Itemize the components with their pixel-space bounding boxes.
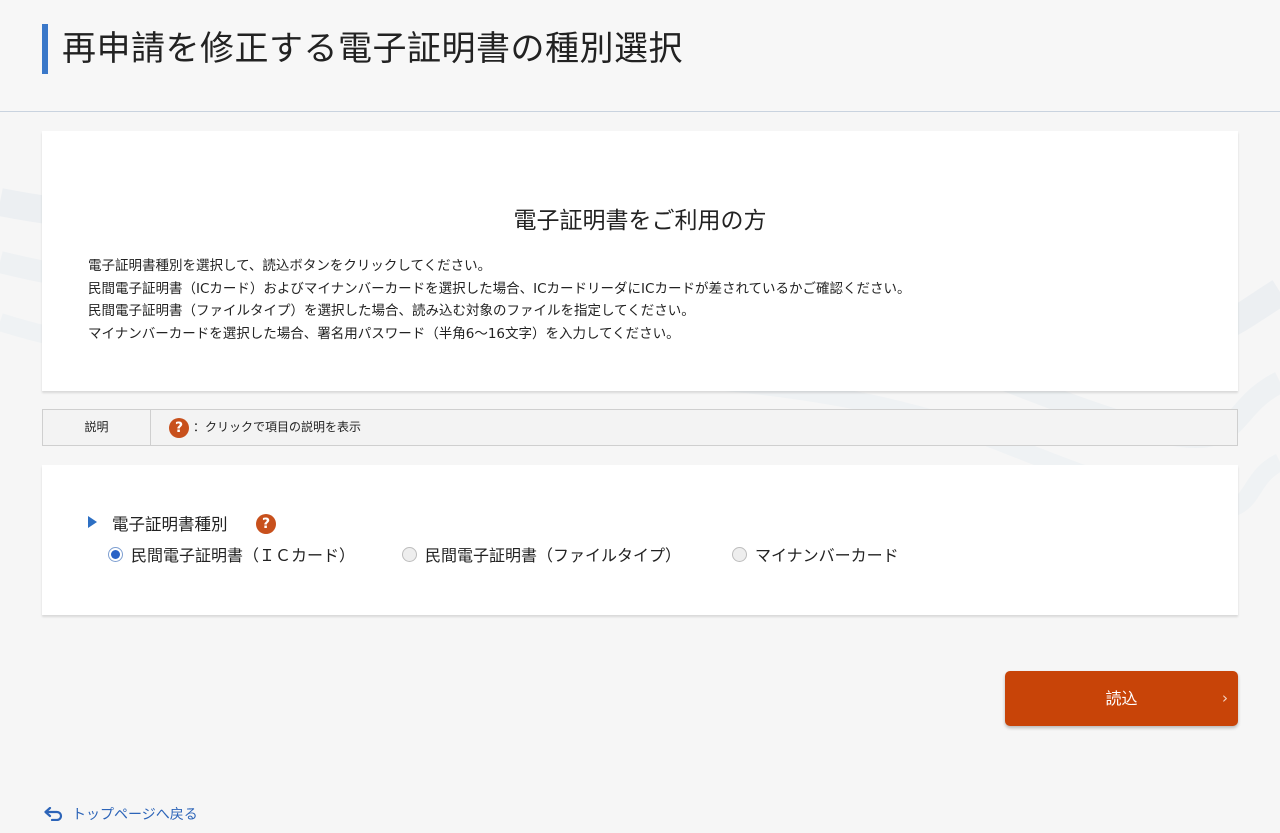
- triangle-right-icon: [88, 516, 97, 528]
- help-legend: 説明 ? ：クリックで項目の説明を表示: [42, 409, 1238, 446]
- certificate-type-card: 電子証明書種別 ? 民間電子証明書（ＩＣカード） 民間電子証明書（ファイルタイプ…: [42, 465, 1238, 615]
- legend-text: ：クリックで項目の説明を表示: [193, 420, 362, 434]
- back-to-top-link[interactable]: トップページへ戻る: [44, 803, 198, 825]
- title-accent-bar: [42, 24, 48, 74]
- instruction-line: 電子証明書種別を選択して、読込ボタンをクリックしてください。: [88, 258, 492, 274]
- radio-button[interactable]: [402, 546, 417, 562]
- radio-label: マイナンバーカード: [755, 546, 899, 565]
- return-arrow-icon: [44, 807, 63, 821]
- radio-button[interactable]: [732, 546, 747, 562]
- radio-button-checked[interactable]: [108, 546, 123, 562]
- intro-instructions: 電子証明書種別を選択して、読込ボタンをクリックしてください。 民間電子証明書（I…: [88, 255, 911, 345]
- instruction-line: 民間電子証明書（ファイルタイプ）を選択した場合、読み込む対象のファイルを指定して…: [88, 303, 695, 319]
- radio-label: 民間電子証明書（ファイルタイプ）: [425, 546, 682, 565]
- intro-heading: 電子証明書をご利用の方: [513, 208, 767, 234]
- intro-card: 電子証明書をご利用の方 電子証明書種別を選択して、読込ボタンをクリックしてくださ…: [42, 131, 1238, 391]
- radio-ic-card[interactable]: 民間電子証明書（ＩＣカード）: [108, 543, 355, 565]
- back-link-label: トップページへ戻る: [72, 807, 198, 823]
- section-label: 電子証明書種別: [112, 515, 228, 534]
- page-header: 再申請を修正する電子証明書の種別選択: [0, 0, 1280, 112]
- legend-label: 説明: [43, 410, 151, 445]
- radio-label: 民間電子証明書（ＩＣカード）: [131, 546, 356, 565]
- instruction-line: マイナンバーカードを選択した場合、署名用パスワード（半角6～16文字）を入力して…: [88, 325, 680, 342]
- instruction-line: 民間電子証明書（ICカード）およびマイナンバーカードを選択した場合、ICカードリ…: [88, 280, 911, 297]
- radio-my-number-card[interactable]: マイナンバーカード: [732, 543, 899, 565]
- page-title: 再申請を修正する電子証明書の種別選択: [62, 29, 683, 69]
- read-button[interactable]: 読込 ›: [1005, 671, 1238, 726]
- help-question-icon: ?: [169, 418, 189, 438]
- chevron-right-icon: ›: [1222, 689, 1228, 707]
- radio-file-type[interactable]: 民間電子証明書（ファイルタイプ）: [402, 543, 681, 565]
- help-question-icon[interactable]: ?: [256, 514, 276, 534]
- read-button-label: 読込: [1105, 689, 1138, 708]
